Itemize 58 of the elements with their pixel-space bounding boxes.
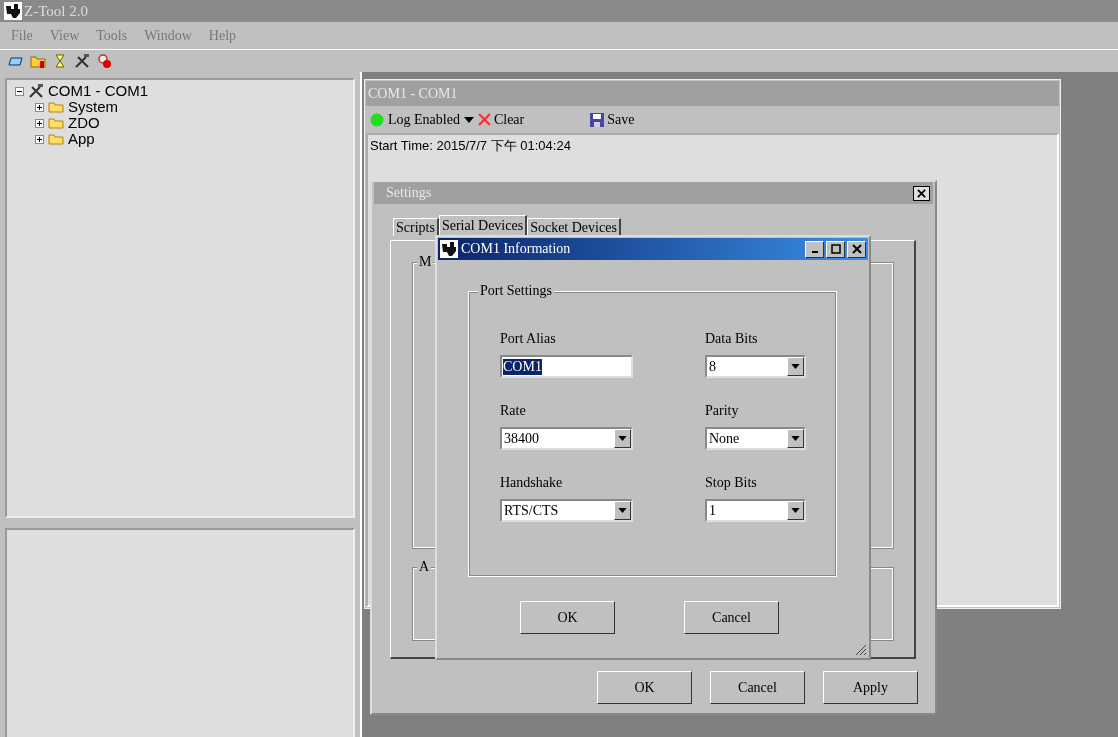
input-field[interactable]: COM1 <box>500 355 633 378</box>
minimize-button[interactable] <box>805 240 824 258</box>
caret-icon <box>618 508 627 513</box>
field-label: Parity <box>705 402 740 420</box>
field-label: Rate <box>500 402 527 420</box>
field-label: Data Bits <box>705 330 759 348</box>
field-label: Stop Bits <box>705 474 758 492</box>
expand-icon[interactable] <box>35 102 44 112</box>
dialog-button[interactable]: Cancel <box>710 671 805 704</box>
close-icon <box>477 113 491 126</box>
caret-icon[interactable] <box>463 116 474 123</box>
folder-icon <box>48 133 64 145</box>
search-icon[interactable] <box>96 53 112 69</box>
dropdown[interactable]: 8 <box>705 355 806 378</box>
save-button[interactable]: Save <box>590 111 635 128</box>
start-time-text: Start Time: 2015/7/7 下午 01:04:24 <box>370 138 571 153</box>
folder-icon <box>48 117 64 129</box>
caret-icon <box>791 364 800 369</box>
folder-icon[interactable] <box>30 53 46 69</box>
dialog-button[interactable]: OK <box>597 671 692 704</box>
close-icon <box>851 244 862 254</box>
dialog-button[interactable]: Apply <box>823 671 918 704</box>
log-enabled-button[interactable]: Log Enabled <box>388 111 460 128</box>
tree-item[interactable]: System <box>68 99 118 115</box>
tree-item[interactable]: ZDO <box>68 115 100 131</box>
logo-icon <box>4 2 22 20</box>
dropdown[interactable]: RTS/CTS <box>500 499 633 522</box>
close-button[interactable] <box>913 185 930 201</box>
caret-icon <box>618 436 627 441</box>
window-title: Z-Tool 2.0 <box>24 2 88 20</box>
field-label: Handshake <box>500 474 564 492</box>
dropdown[interactable]: None <box>705 427 806 450</box>
clear-button[interactable]: Clear <box>477 111 525 128</box>
tree-item[interactable]: COM1 - COM1 <box>48 83 148 99</box>
caret-icon <box>791 436 800 441</box>
collapse-icon[interactable] <box>15 86 24 96</box>
caret-icon <box>791 508 800 513</box>
resize-grip-icon[interactable] <box>855 644 867 656</box>
dialog-button[interactable]: Cancel <box>684 601 779 634</box>
close-icon <box>917 188 926 198</box>
expand-icon[interactable] <box>35 134 44 144</box>
dropdown[interactable]: 1 <box>705 499 806 522</box>
folder-icon <box>48 101 64 113</box>
field-label: Port Alias <box>500 330 557 348</box>
group-label: Port Settings <box>478 283 554 299</box>
tools-icon[interactable] <box>74 53 90 69</box>
dialog-title: Settings <box>386 185 432 201</box>
tools-icon <box>28 83 44 99</box>
maximize-button[interactable] <box>826 240 845 258</box>
window-title: COM1 - COM1 <box>368 85 458 102</box>
dialog-button[interactable]: OK <box>520 601 615 634</box>
maximize-icon <box>830 244 841 254</box>
logo-icon <box>440 240 458 258</box>
dropdown[interactable]: 38400 <box>500 427 633 450</box>
tree-item[interactable]: App <box>68 131 95 147</box>
expand-icon[interactable] <box>35 118 44 128</box>
minimize-icon <box>811 251 818 253</box>
dialog-title: COM1 Information <box>461 241 572 257</box>
